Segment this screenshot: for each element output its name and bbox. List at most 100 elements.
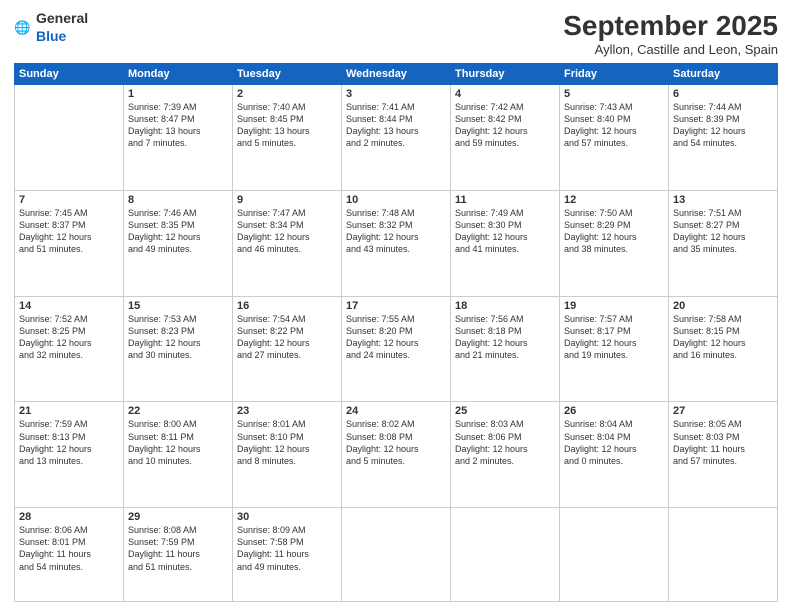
day-number: 26 — [564, 405, 664, 417]
cell-info: Sunrise: 8:01 AMSunset: 8:10 PMDaylight:… — [237, 418, 337, 467]
day-number: 12 — [564, 194, 664, 206]
calendar-cell — [669, 508, 778, 602]
cell-info: Sunrise: 7:52 AMSunset: 8:25 PMDaylight:… — [19, 313, 119, 362]
cell-info: Sunrise: 8:04 AMSunset: 8:04 PMDaylight:… — [564, 418, 664, 467]
week-row-1: 7Sunrise: 7:45 AMSunset: 8:37 PMDaylight… — [15, 190, 778, 296]
week-row-3: 21Sunrise: 7:59 AMSunset: 8:13 PMDayligh… — [15, 402, 778, 508]
cell-info: Sunrise: 7:50 AMSunset: 8:29 PMDaylight:… — [564, 207, 664, 256]
cell-info: Sunrise: 8:03 AMSunset: 8:06 PMDaylight:… — [455, 418, 555, 467]
cell-info: Sunrise: 7:40 AMSunset: 8:45 PMDaylight:… — [237, 101, 337, 150]
cell-info: Sunrise: 8:09 AMSunset: 7:58 PMDaylight:… — [237, 524, 337, 573]
header-wednesday: Wednesday — [342, 64, 451, 85]
cell-info: Sunrise: 8:05 AMSunset: 8:03 PMDaylight:… — [673, 418, 773, 467]
cell-info: Sunrise: 8:08 AMSunset: 7:59 PMDaylight:… — [128, 524, 228, 573]
logo: 🌐 General Blue — [14, 10, 88, 46]
day-number: 25 — [455, 405, 555, 417]
calendar-cell: 5Sunrise: 7:43 AMSunset: 8:40 PMDaylight… — [560, 85, 669, 191]
week-row-4: 28Sunrise: 8:06 AMSunset: 8:01 PMDayligh… — [15, 508, 778, 602]
calendar-cell: 29Sunrise: 8:08 AMSunset: 7:59 PMDayligh… — [124, 508, 233, 602]
header-sunday: Sunday — [15, 64, 124, 85]
day-number: 22 — [128, 405, 228, 417]
cell-info: Sunrise: 7:56 AMSunset: 8:18 PMDaylight:… — [455, 313, 555, 362]
calendar-cell: 7Sunrise: 7:45 AMSunset: 8:37 PMDaylight… — [15, 190, 124, 296]
calendar-cell: 3Sunrise: 7:41 AMSunset: 8:44 PMDaylight… — [342, 85, 451, 191]
day-number: 27 — [673, 405, 773, 417]
day-number: 7 — [19, 194, 119, 206]
day-number: 3 — [346, 88, 446, 100]
logo-icon: 🌐 — [14, 19, 32, 37]
calendar-cell: 24Sunrise: 8:02 AMSunset: 8:08 PMDayligh… — [342, 402, 451, 508]
cell-info: Sunrise: 7:54 AMSunset: 8:22 PMDaylight:… — [237, 313, 337, 362]
calendar-cell: 11Sunrise: 7:49 AMSunset: 8:30 PMDayligh… — [451, 190, 560, 296]
header-friday: Friday — [560, 64, 669, 85]
day-number: 13 — [673, 194, 773, 206]
week-row-0: 1Sunrise: 7:39 AMSunset: 8:47 PMDaylight… — [15, 85, 778, 191]
day-number: 19 — [564, 300, 664, 312]
calendar-cell: 14Sunrise: 7:52 AMSunset: 8:25 PMDayligh… — [15, 296, 124, 402]
cell-info: Sunrise: 7:41 AMSunset: 8:44 PMDaylight:… — [346, 101, 446, 150]
logo-blue: Blue — [36, 28, 66, 44]
day-number: 10 — [346, 194, 446, 206]
calendar-cell — [342, 508, 451, 602]
cell-info: Sunrise: 7:55 AMSunset: 8:20 PMDaylight:… — [346, 313, 446, 362]
subtitle: Ayllon, Castille and Leon, Spain — [563, 42, 778, 57]
calendar-cell: 25Sunrise: 8:03 AMSunset: 8:06 PMDayligh… — [451, 402, 560, 508]
header-saturday: Saturday — [669, 64, 778, 85]
calendar-cell: 18Sunrise: 7:56 AMSunset: 8:18 PMDayligh… — [451, 296, 560, 402]
day-number: 5 — [564, 88, 664, 100]
calendar-cell: 30Sunrise: 8:09 AMSunset: 7:58 PMDayligh… — [233, 508, 342, 602]
calendar-cell: 15Sunrise: 7:53 AMSunset: 8:23 PMDayligh… — [124, 296, 233, 402]
calendar-cell: 22Sunrise: 8:00 AMSunset: 8:11 PMDayligh… — [124, 402, 233, 508]
calendar-cell: 27Sunrise: 8:05 AMSunset: 8:03 PMDayligh… — [669, 402, 778, 508]
day-number: 11 — [455, 194, 555, 206]
day-number: 6 — [673, 88, 773, 100]
calendar-cell: 10Sunrise: 7:48 AMSunset: 8:32 PMDayligh… — [342, 190, 451, 296]
cell-info: Sunrise: 8:06 AMSunset: 8:01 PMDaylight:… — [19, 524, 119, 573]
day-number: 23 — [237, 405, 337, 417]
calendar-cell: 16Sunrise: 7:54 AMSunset: 8:22 PMDayligh… — [233, 296, 342, 402]
day-number: 9 — [237, 194, 337, 206]
cell-info: Sunrise: 7:53 AMSunset: 8:23 PMDaylight:… — [128, 313, 228, 362]
day-number: 20 — [673, 300, 773, 312]
header-thursday: Thursday — [451, 64, 560, 85]
logo-general: General — [36, 10, 88, 26]
calendar-cell — [15, 85, 124, 191]
cell-info: Sunrise: 7:44 AMSunset: 8:39 PMDaylight:… — [673, 101, 773, 150]
calendar-cell: 17Sunrise: 7:55 AMSunset: 8:20 PMDayligh… — [342, 296, 451, 402]
day-number: 18 — [455, 300, 555, 312]
cell-info: Sunrise: 7:48 AMSunset: 8:32 PMDaylight:… — [346, 207, 446, 256]
cell-info: Sunrise: 8:00 AMSunset: 8:11 PMDaylight:… — [128, 418, 228, 467]
calendar-cell — [560, 508, 669, 602]
cell-info: Sunrise: 7:59 AMSunset: 8:13 PMDaylight:… — [19, 418, 119, 467]
day-number: 30 — [237, 511, 337, 523]
day-number: 14 — [19, 300, 119, 312]
day-number: 28 — [19, 511, 119, 523]
calendar-cell: 13Sunrise: 7:51 AMSunset: 8:27 PMDayligh… — [669, 190, 778, 296]
cell-info: Sunrise: 7:39 AMSunset: 8:47 PMDaylight:… — [128, 101, 228, 150]
day-number: 2 — [237, 88, 337, 100]
cell-info: Sunrise: 7:58 AMSunset: 8:15 PMDaylight:… — [673, 313, 773, 362]
calendar-table: Sunday Monday Tuesday Wednesday Thursday… — [14, 63, 778, 602]
cell-info: Sunrise: 7:42 AMSunset: 8:42 PMDaylight:… — [455, 101, 555, 150]
calendar-cell: 23Sunrise: 8:01 AMSunset: 8:10 PMDayligh… — [233, 402, 342, 508]
calendar-cell — [451, 508, 560, 602]
day-number: 4 — [455, 88, 555, 100]
calendar-cell: 2Sunrise: 7:40 AMSunset: 8:45 PMDaylight… — [233, 85, 342, 191]
week-row-2: 14Sunrise: 7:52 AMSunset: 8:25 PMDayligh… — [15, 296, 778, 402]
title-area: September 2025 Ayllon, Castille and Leon… — [563, 10, 778, 57]
calendar-cell: 4Sunrise: 7:42 AMSunset: 8:42 PMDaylight… — [451, 85, 560, 191]
calendar-cell: 21Sunrise: 7:59 AMSunset: 8:13 PMDayligh… — [15, 402, 124, 508]
weekday-header-row: Sunday Monday Tuesday Wednesday Thursday… — [15, 64, 778, 85]
day-number: 16 — [237, 300, 337, 312]
cell-info: Sunrise: 7:46 AMSunset: 8:35 PMDaylight:… — [128, 207, 228, 256]
cell-info: Sunrise: 7:47 AMSunset: 8:34 PMDaylight:… — [237, 207, 337, 256]
cell-info: Sunrise: 7:43 AMSunset: 8:40 PMDaylight:… — [564, 101, 664, 150]
calendar-cell: 12Sunrise: 7:50 AMSunset: 8:29 PMDayligh… — [560, 190, 669, 296]
header-tuesday: Tuesday — [233, 64, 342, 85]
page: 🌐 General Blue September 2025 Ayllon, Ca… — [0, 0, 792, 612]
day-number: 21 — [19, 405, 119, 417]
day-number: 17 — [346, 300, 446, 312]
cell-info: Sunrise: 7:49 AMSunset: 8:30 PMDaylight:… — [455, 207, 555, 256]
header-monday: Monday — [124, 64, 233, 85]
cell-info: Sunrise: 7:45 AMSunset: 8:37 PMDaylight:… — [19, 207, 119, 256]
